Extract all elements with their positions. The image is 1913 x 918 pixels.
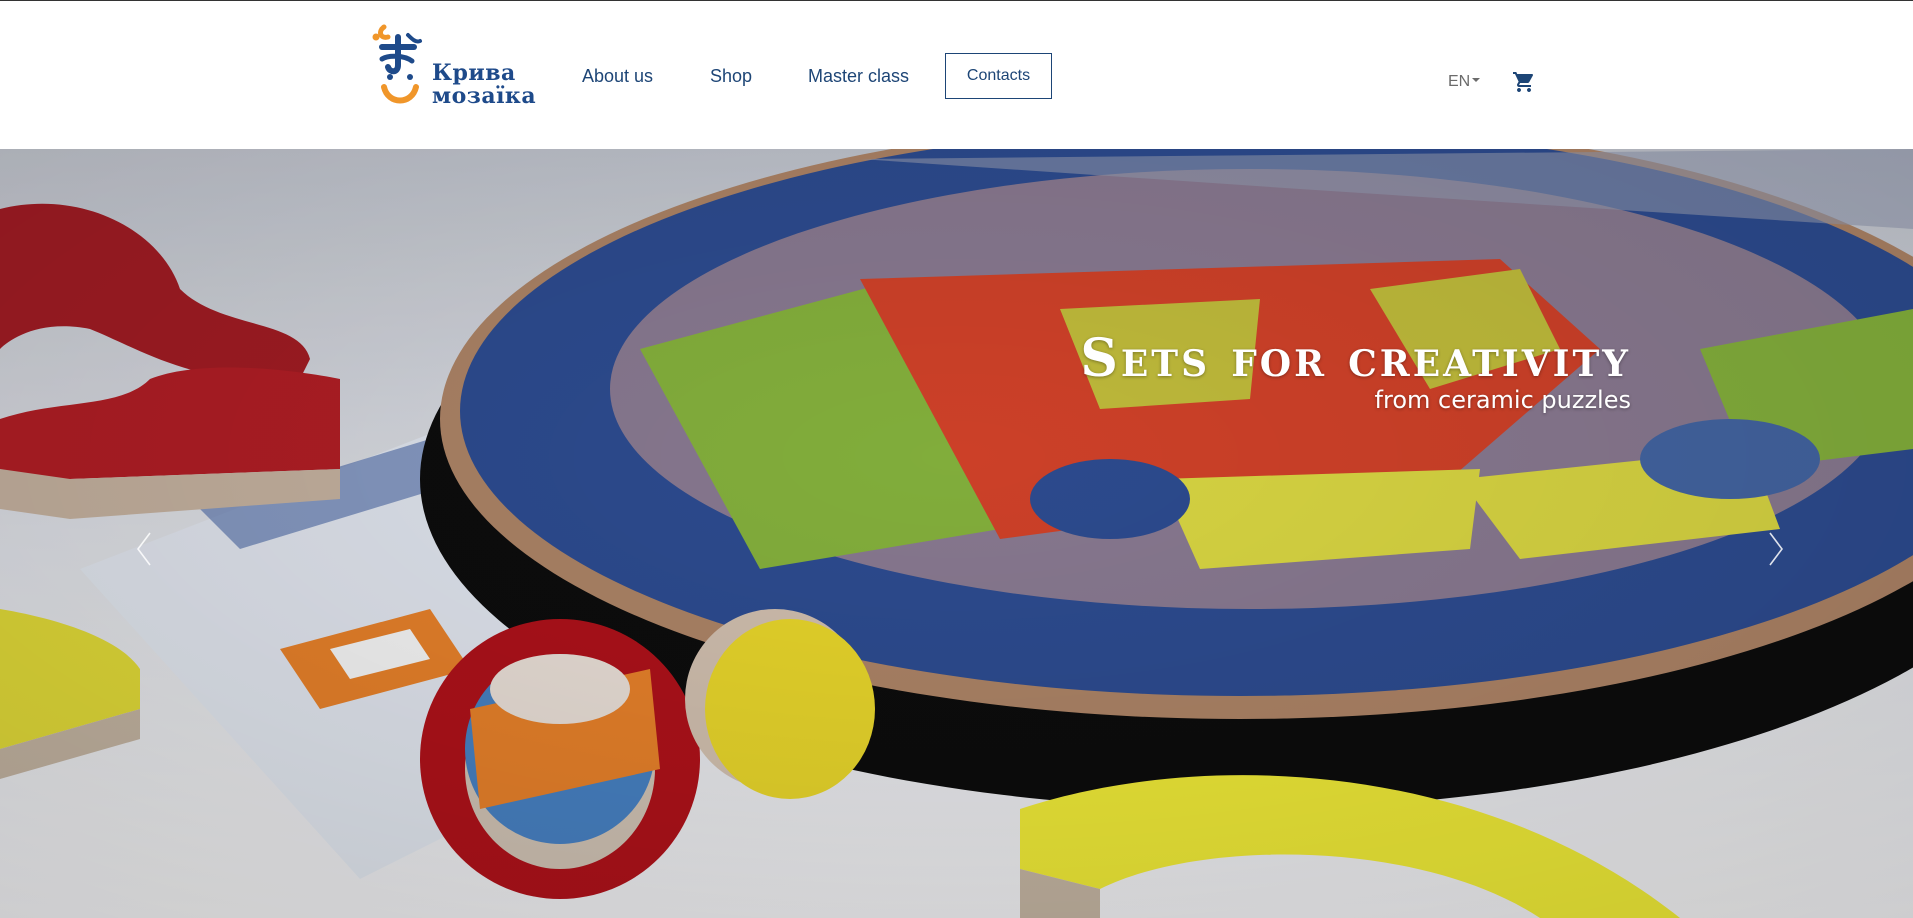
chevron-down-icon: [1472, 78, 1481, 83]
site-header: Крива мозаїка About us Shop Master class…: [0, 1, 1913, 149]
chevron-right-icon[interactable]: [1764, 529, 1788, 569]
hero-title: Sets for creativity: [1080, 328, 1631, 389]
language-label: EN: [1448, 73, 1471, 90]
chevron-left-icon[interactable]: [132, 529, 156, 569]
hero-image: [0, 149, 1913, 918]
nav-master-class[interactable]: Master class: [808, 64, 909, 88]
nav-shop[interactable]: Shop: [710, 64, 752, 88]
logo-text-line1: Крива: [432, 60, 516, 86]
contacts-button[interactable]: Contacts: [945, 53, 1052, 99]
hero-subtitle: from ceramic puzzles: [1374, 386, 1631, 414]
brand-logo[interactable]: Крива мозаїка: [368, 21, 540, 109]
language-dropdown[interactable]: EN: [1448, 72, 1481, 92]
logo-mark-icon: [372, 24, 422, 104]
logo-text-line2: мозаїка: [432, 83, 537, 109]
nav-about-us[interactable]: About us: [582, 64, 653, 88]
hero-carousel: Sets for creativity from ceramic puzzles: [0, 149, 1913, 918]
cart-icon[interactable]: [1512, 70, 1536, 94]
